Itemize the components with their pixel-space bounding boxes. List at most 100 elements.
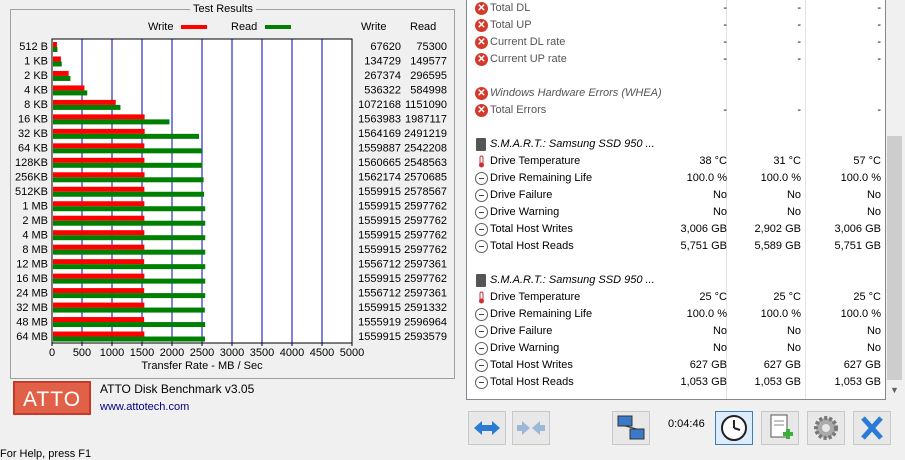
sensor-row[interactable]: Total Host Writes 3,006 GB 2,902 GB 3,006 G… <box>467 221 885 238</box>
read-value-label: 2578567 <box>404 186 447 198</box>
minimum-value: 25 °C <box>773 291 801 303</box>
maximum-value: No <box>866 189 881 201</box>
maximum-value: No <box>866 325 881 337</box>
read-value-label: 1987117 <box>405 114 447 126</box>
bar-read <box>53 119 170 125</box>
drive-icon <box>476 138 486 151</box>
sensor-row[interactable]: Drive Remaining Life 100.0 % 100.0 % 100.0 … <box>467 306 885 323</box>
scrollbar-thumb[interactable] <box>887 136 902 380</box>
read-value-label: 2597762 <box>404 273 447 285</box>
minimum-value: No <box>786 189 801 201</box>
status-bar-help: For Help, press F1 <box>0 448 92 460</box>
read-value-label: 2597762 <box>404 244 447 256</box>
current-value: No <box>712 342 727 354</box>
current-value: 3,006 GB <box>680 223 727 235</box>
bar-read <box>53 61 62 67</box>
bar-read <box>53 133 199 139</box>
gear-icon <box>814 416 838 440</box>
current-value: No <box>712 189 727 201</box>
current-value: - <box>723 2 727 14</box>
sensor-group-header[interactable]: S.M.A.R.T.: Samsung SSD 950 ... <box>467 136 885 153</box>
x-tick-label: 3500 <box>250 347 274 359</box>
maximum-value: - <box>877 104 881 116</box>
category-label: 48 MB <box>16 316 48 328</box>
sensor-group-header[interactable]: S.M.A.R.T.: Samsung SSD 950 ... <box>467 272 885 289</box>
hwinfo-panel: ✕ Total DL - - - ✕ Total UP - - - ✕ Current DL rate… <box>466 0 905 455</box>
write-value-label: 1072168 <box>358 99 401 111</box>
sensor-label: Drive Remaining Life <box>490 172 593 184</box>
minimum-value: No <box>786 325 801 337</box>
settings-button[interactable] <box>807 411 845 445</box>
sensor-status-icon <box>475 223 488 236</box>
read-value-label: 2542208 <box>404 143 447 155</box>
category-label: 512KB <box>15 186 48 198</box>
sensor-label: Drive Failure <box>490 189 553 201</box>
minimum-value: 5,589 GB <box>754 240 801 252</box>
sensor-row[interactable]: Drive Warning No No No <box>467 204 885 221</box>
sensor-row[interactable]: Total Host Reads 1,053 GB 1,053 GB 1,053 GB <box>467 374 885 391</box>
x-tick-label: 3000 <box>220 347 244 359</box>
sensor-row[interactable]: ✕ Total Errors - - - <box>467 102 885 119</box>
maximum-value: - <box>877 2 881 14</box>
bar-write <box>53 70 69 76</box>
sensor-row[interactable]: Drive Temperature 38 °C 31 °C 57 °C <box>467 153 885 170</box>
read-value-label: 2570685 <box>404 172 447 184</box>
x-tick-label: 0 <box>49 347 55 359</box>
bar-write <box>53 143 145 149</box>
bar-write <box>53 172 145 178</box>
atto-logo: ATTO <box>13 381 91 415</box>
error-x-icon: ✕ <box>475 104 488 117</box>
sensor-label: Drive Temperature <box>490 155 581 167</box>
bar-read <box>53 264 206 270</box>
sensor-row[interactable]: Drive Temperature 25 °C 25 °C 25 °C <box>467 289 885 306</box>
x-tick-label: 5000 <box>340 347 364 359</box>
bar-read <box>53 206 206 212</box>
sensor-row[interactable]: Drive Failure No No No <box>467 323 885 340</box>
scroll-down-arrow-icon[interactable]: ▼ <box>887 383 902 398</box>
network-button[interactable] <box>612 411 650 445</box>
sensor-row[interactable]: ✕ Current DL rate - - - <box>467 34 885 51</box>
minimum-value: 100.0 % <box>760 308 801 320</box>
add-report-button[interactable] <box>761 411 799 445</box>
bar-read <box>53 322 206 328</box>
sensor-row[interactable]: ✕ Total DL - - - <box>467 0 885 17</box>
write-value-label: 1559887 <box>358 143 401 155</box>
sensor-status-icon <box>475 325 488 338</box>
x-tick-label: 4500 <box>310 347 334 359</box>
sensor-group-header[interactable]: ✕ Windows Hardware Errors (WHEA) <box>467 85 885 102</box>
read-value-label: 584998 <box>410 85 447 97</box>
sensor-row[interactable]: Drive Failure No No No <box>467 187 885 204</box>
bar-read <box>53 278 206 284</box>
close-button[interactable] <box>853 411 891 445</box>
sensor-row[interactable]: Drive Remaining Life 100.0 % 100.0 % 100.0 … <box>467 170 885 187</box>
arrows-collapse-icon <box>517 421 545 435</box>
category-label: 64 MB <box>16 331 48 343</box>
collapse-sensors-button[interactable] <box>512 411 550 445</box>
logging-clock-button[interactable] <box>715 411 753 445</box>
bar-write <box>53 259 145 265</box>
read-value-label: 149577 <box>410 56 447 68</box>
bar-read <box>53 191 205 197</box>
bar-write <box>53 42 57 47</box>
expand-sensors-button[interactable] <box>468 411 506 445</box>
x-axis-title: Transfer Rate - MB / Sec <box>141 360 263 372</box>
vertical-scrollbar[interactable]: ▼ <box>886 0 903 400</box>
sensor-row[interactable]: ✕ Current UP rate - - - <box>467 51 885 68</box>
sensor-row[interactable]: Total Host Reads 5,751 GB 5,589 GB 5,751 GB <box>467 238 885 255</box>
sensor-label: Total Host Reads <box>490 376 574 388</box>
sensor-status-icon <box>475 308 488 321</box>
read-value-label: 2597762 <box>404 200 447 212</box>
sensor-list[interactable]: ✕ Total DL - - - ✕ Total UP - - - ✕ Current DL rate… <box>466 0 886 400</box>
minimum-value: - <box>797 104 801 116</box>
website-link[interactable]: www.attotech.com <box>100 401 189 413</box>
sensor-row[interactable]: ✕ Total UP - - - <box>467 17 885 34</box>
write-value-label: 267374 <box>364 70 401 82</box>
current-value: - <box>723 53 727 65</box>
current-value: 5,751 GB <box>680 240 727 252</box>
x-tick-label: 500 <box>73 347 91 359</box>
read-value-label: 1151090 <box>405 99 447 111</box>
sensor-row[interactable]: Total Host Writes 627 GB 627 GB 627 GB <box>467 357 885 374</box>
sensor-row[interactable]: Drive Warning No No No <box>467 340 885 357</box>
read-value-label: 2593579 <box>404 331 447 343</box>
write-value-label: 1559915 <box>358 229 401 241</box>
